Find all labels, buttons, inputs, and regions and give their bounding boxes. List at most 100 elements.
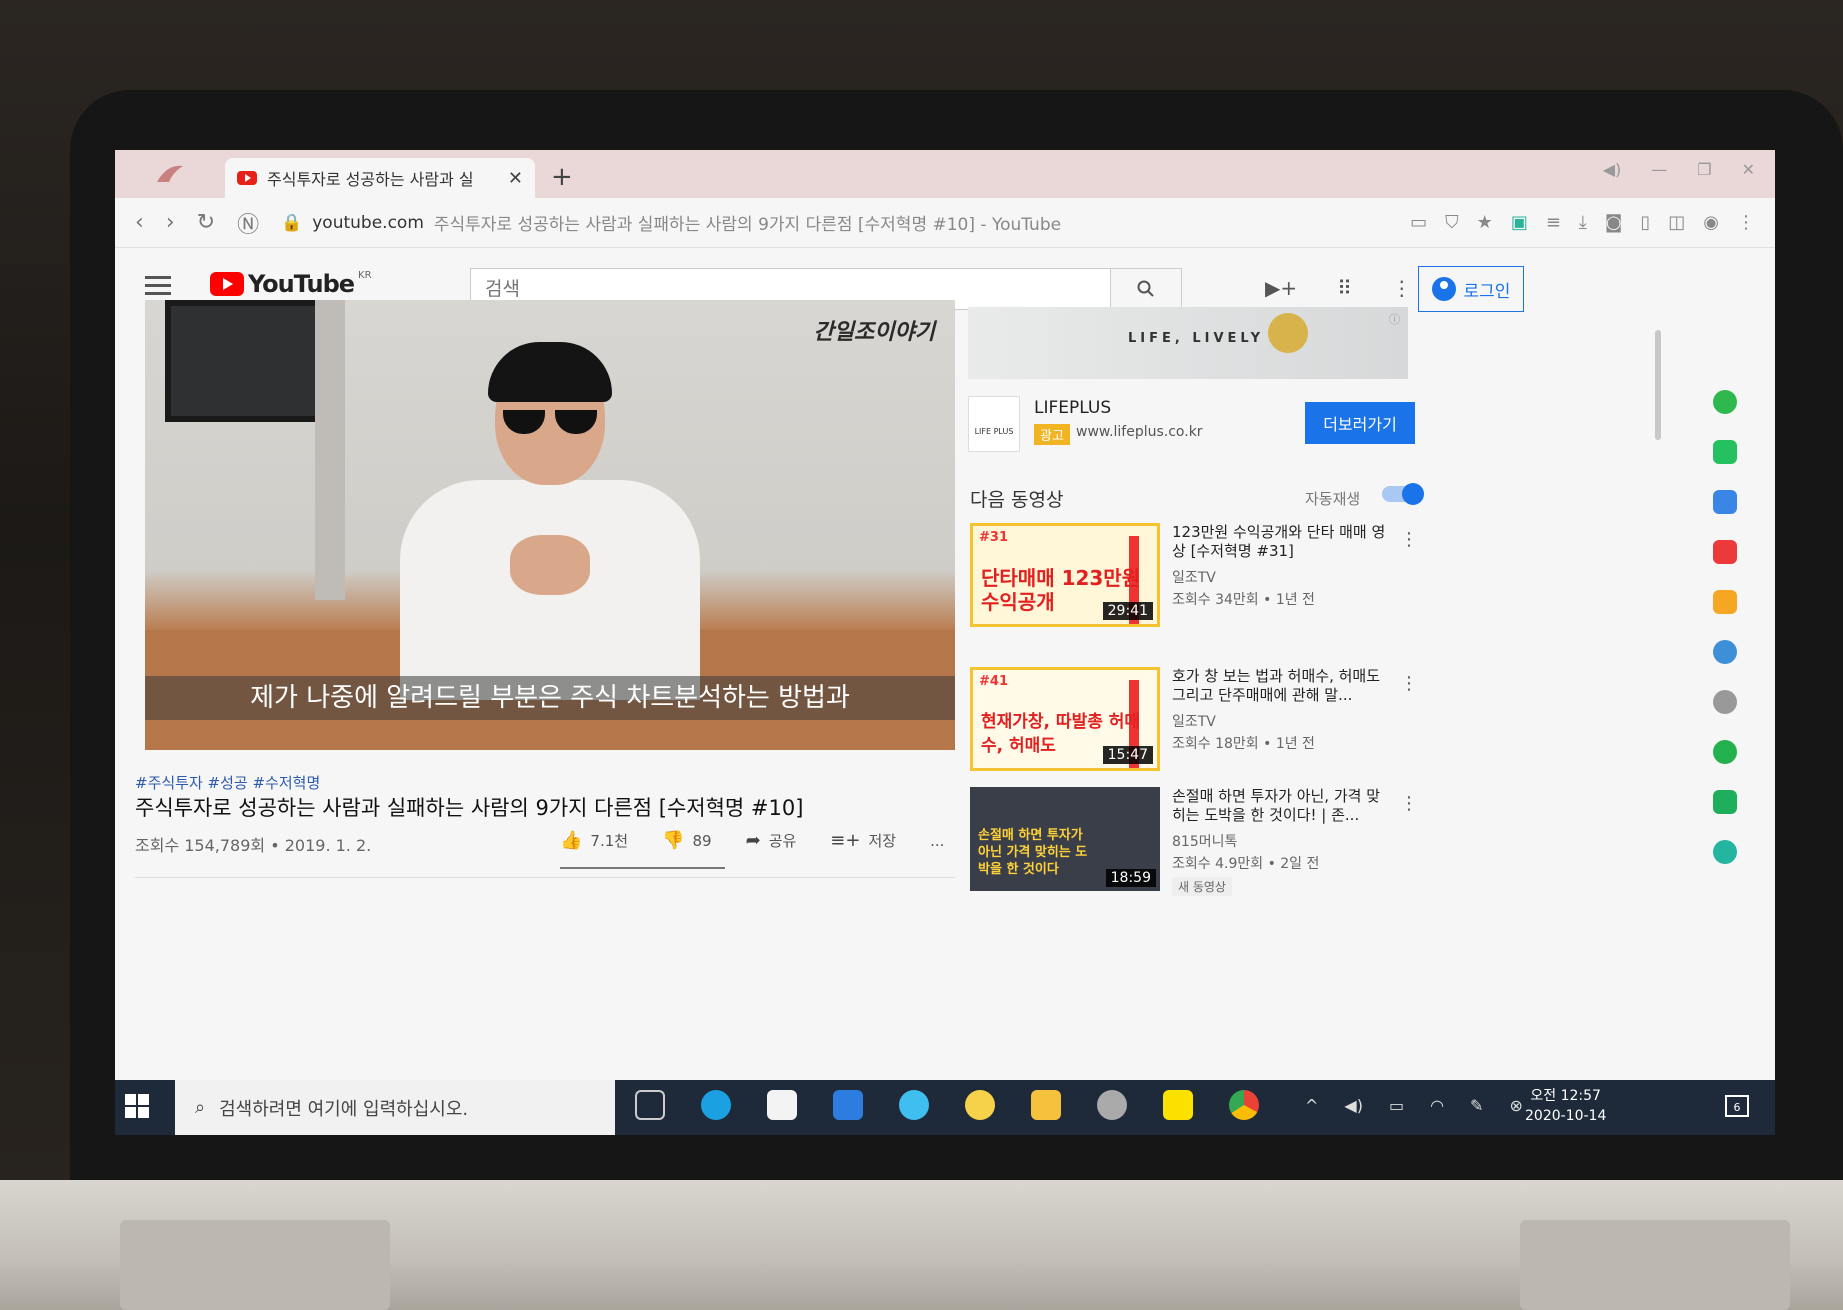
dislike-button[interactable]: 👎 89 (662, 830, 712, 851)
star-icon[interactable]: ★ (1477, 212, 1493, 233)
settings-gear-icon[interactable] (1097, 1090, 1127, 1120)
minimize-icon[interactable]: — (1651, 160, 1667, 179)
video-thumbnail[interactable]: #41 현재가창, 따발총 허매수, 허매도 15:47 (970, 667, 1160, 771)
dock-app-icon[interactable] (1713, 590, 1737, 614)
mail-icon[interactable] (833, 1090, 863, 1120)
thumbnail-text: 손절매 하면 투자가 아닌 가격 맞히는 도박을 한 것이다 (978, 828, 1088, 877)
more-actions-button[interactable]: ... (930, 832, 944, 850)
pen-icon[interactable]: ✎ (1470, 1096, 1483, 1115)
ad-url[interactable]: www.lifeplus.co.kr (1076, 424, 1203, 440)
naver-icon[interactable]: Ⓝ (237, 207, 259, 239)
url-field[interactable]: 🔒 youtube.com 주식투자로 성공하는 사람과 실패하는 사람의 9가… (281, 210, 1061, 236)
settings-more-icon[interactable]: ⋮ (1392, 276, 1412, 300)
close-window-icon[interactable]: ✕ (1742, 160, 1755, 179)
chrome-icon[interactable] (1229, 1090, 1259, 1120)
whale-browser-icon[interactable] (899, 1090, 929, 1120)
video-item-title[interactable]: 손절매 하면 투자가 아닌, 가격 맞히는 도박을 한 것이다! | 존... (1172, 787, 1392, 825)
dock-app-icon[interactable] (1713, 440, 1737, 464)
battery-icon[interactable]: ▭ (1389, 1096, 1404, 1115)
thumbs-up-icon: 👍 (560, 830, 583, 851)
video-item-channel[interactable]: 815머니톡 (1172, 831, 1392, 851)
more-options-icon[interactable]: ⋮ (1400, 529, 1418, 550)
video-thumbnail[interactable]: #31 단타매매 123만원 수익공개 29:41 (970, 523, 1160, 627)
ad-name[interactable]: LIFEPLUS (1034, 398, 1111, 418)
download-icon[interactable]: ⤓ (1579, 212, 1587, 233)
chat-app-icon[interactable] (965, 1090, 995, 1120)
ad-logo[interactable]: LIFE PLUS (968, 396, 1020, 452)
ad-cta-button[interactable]: 더보러가기 (1305, 402, 1415, 444)
volume-icon[interactable]: ◀) (1603, 160, 1622, 179)
browser-logo-icon[interactable] (115, 150, 225, 198)
video-item-channel[interactable]: 일조TV (1172, 567, 1392, 587)
youtube-logo[interactable]: YouTube KR (210, 270, 372, 298)
maximize-icon[interactable]: ❐ (1697, 160, 1711, 179)
browser-tab-bar: 주식투자로 성공하는 사람과 실 ✕ + ◀) — ❐ ✕ (115, 150, 1775, 198)
video-item-title[interactable]: 123만원 수익공개와 단타 매매 영상 [수저혁명 #31] (1172, 523, 1392, 561)
browser-tab-active[interactable]: 주식투자로 성공하는 사람과 실 ✕ (225, 158, 535, 198)
file-explorer-icon[interactable] (1031, 1090, 1061, 1120)
camera-icon[interactable]: ◙ (1605, 212, 1622, 233)
dock-app-icon[interactable] (1713, 840, 1737, 864)
list-item[interactable]: 손절매 하면 투자가 아닌 가격 맞히는 도박을 한 것이다 18:59 손절매… (970, 787, 1418, 897)
new-tab-button[interactable]: + (551, 162, 573, 192)
autoplay-toggle[interactable] (1382, 483, 1424, 505)
screen-icon[interactable]: ▭ (1410, 212, 1427, 233)
info-icon[interactable]: ⓘ (1389, 311, 1400, 327)
share-button[interactable]: ➦ 공유 (746, 830, 797, 851)
search-button[interactable] (1110, 269, 1181, 309)
chevron-up-icon[interactable]: ^ (1305, 1096, 1318, 1115)
dock-app-icon[interactable] (1713, 740, 1737, 764)
ad-banner[interactable]: LIFE, LIVELY ⓘ (968, 307, 1408, 379)
autoplay-label: 자동재생 (1305, 490, 1361, 508)
store-icon[interactable] (767, 1090, 797, 1120)
notification-center-icon[interactable]: 6 (1725, 1095, 1749, 1117)
forward-icon[interactable]: › (166, 210, 175, 235)
create-video-icon[interactable]: ▶+ (1265, 276, 1297, 300)
video-item-channel[interactable]: 일조TV (1172, 711, 1392, 731)
dock-app-icon[interactable] (1713, 690, 1737, 714)
dock-app-icon[interactable] (1713, 390, 1737, 414)
wifi-icon[interactable]: ◠ (1430, 1096, 1444, 1115)
video-thumbnail[interactable]: 손절매 하면 투자가 아닌 가격 맞히는 도박을 한 것이다 18:59 (970, 787, 1160, 891)
close-tab-icon[interactable]: ✕ (508, 168, 523, 189)
more-options-icon[interactable]: ⋮ (1400, 793, 1418, 814)
dock-app-icon[interactable] (1713, 640, 1737, 664)
toolbar-icons: ▭ ⛉ ★ ▣ ≡ ⤓ ◙ ▯ ◫ ◉ ⋮ (1410, 212, 1755, 233)
menu-icon[interactable]: ⋮ (1737, 212, 1755, 233)
ime-icon[interactable]: ⊗ (1509, 1096, 1522, 1115)
dock-app-icon[interactable] (1713, 540, 1737, 564)
video-wall (315, 300, 345, 600)
task-view-icon[interactable] (635, 1090, 665, 1120)
windows-start-icon[interactable] (125, 1094, 149, 1118)
apps-grid-icon[interactable]: ⠿ (1337, 276, 1352, 300)
dock-app-icon[interactable] (1713, 790, 1737, 814)
volume-icon[interactable]: ◀) (1344, 1096, 1363, 1115)
like-button[interactable]: 👍 7.1천 (560, 830, 628, 851)
ad-slogan: LIFE, LIVELY (1128, 331, 1265, 346)
save-button[interactable]: ≡+ 저장 (830, 830, 896, 851)
video-hashtags[interactable]: #주식투자 #성공 #수저혁명 (135, 772, 320, 793)
youtube-play-icon (210, 272, 244, 296)
dock-app-icon[interactable] (1713, 490, 1737, 514)
playlist-icon[interactable]: ≡ (1546, 212, 1561, 233)
list-item[interactable]: #41 현재가창, 따발총 허매수, 허매도 15:47 호가 창 보는 법과 … (970, 667, 1418, 777)
profile-icon[interactable]: ◉ (1703, 212, 1719, 233)
more-options-icon[interactable]: ⋮ (1400, 673, 1418, 694)
back-icon[interactable]: ‹ (135, 210, 144, 235)
taskbar-clock[interactable]: 오전 12:57 2020-10-14 (1525, 1086, 1606, 1126)
split-icon[interactable]: ◫ (1668, 212, 1685, 233)
page-scrollbar[interactable] (1655, 330, 1661, 440)
reader-icon[interactable]: ▯ (1640, 212, 1650, 233)
taskbar-search[interactable]: ⌕ 검색하려면 여기에 입력하십시오. (175, 1080, 615, 1135)
kakaotalk-icon[interactable] (1163, 1090, 1193, 1120)
extension-icon[interactable]: ▣ (1511, 212, 1528, 233)
video-item-title[interactable]: 호가 창 보는 법과 허매수, 허매도 그리고 단주매매에 관해 말... (1172, 667, 1392, 705)
hamburger-menu-icon[interactable] (145, 276, 171, 300)
login-button[interactable]: 로그인 (1418, 266, 1524, 312)
list-item[interactable]: #31 단타매매 123만원 수익공개 29:41 123만원 수익공개와 단타… (970, 523, 1418, 633)
shield-icon[interactable]: ⛉ (1445, 212, 1459, 233)
share-icon: ➦ (745, 830, 761, 851)
edge-icon[interactable] (701, 1090, 731, 1120)
video-player[interactable]: 간일조이야기 제가 나중에 알려드릴 부분은 주식 차트분석하는 방법과 (145, 300, 955, 750)
reload-icon[interactable]: ↻ (197, 210, 215, 235)
